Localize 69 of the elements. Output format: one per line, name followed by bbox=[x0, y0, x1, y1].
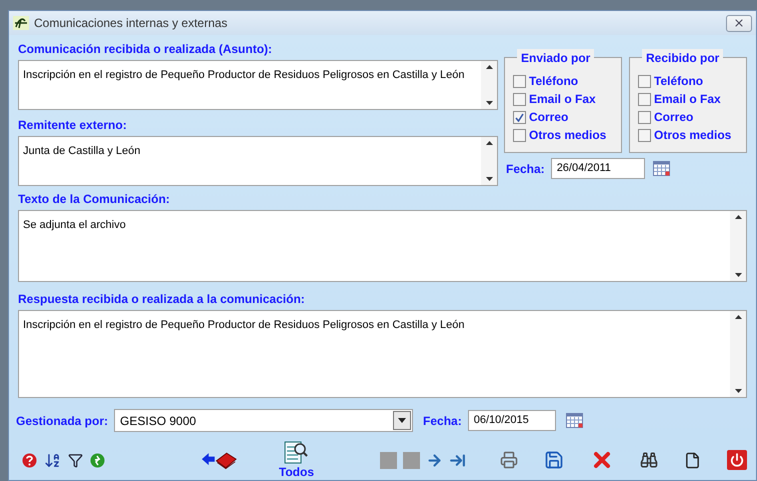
print-icon[interactable] bbox=[500, 451, 518, 469]
calendar-icon[interactable] bbox=[652, 161, 670, 176]
group-title: Recibido por bbox=[642, 49, 724, 67]
check-icon bbox=[515, 112, 524, 122]
sort-icon[interactable] bbox=[44, 452, 61, 468]
scroll-down-icon[interactable] bbox=[486, 177, 492, 181]
power-icon[interactable] bbox=[727, 450, 747, 470]
dropdown-value: GESISO 9000 bbox=[119, 412, 198, 430]
text-value: Inscripción en el registro de Pequeño Productor de Residuos Peligrosos en Castilla y León bbox=[23, 69, 464, 81]
scrollbar[interactable] bbox=[481, 137, 497, 185]
checkbox-option[interactable]: Otros medios bbox=[638, 128, 746, 142]
checkbox[interactable] bbox=[513, 74, 526, 88]
scroll-up-icon[interactable] bbox=[734, 215, 742, 219]
calendar-icon[interactable] bbox=[566, 413, 583, 428]
filter-icon[interactable] bbox=[68, 452, 83, 468]
exit-icon[interactable] bbox=[90, 452, 105, 468]
save-icon[interactable] bbox=[544, 450, 564, 470]
checkbox[interactable] bbox=[513, 110, 526, 124]
field-label: Gestionada por: bbox=[16, 412, 108, 430]
text-area[interactable]: Junta de Castilla y León bbox=[18, 136, 498, 186]
checkbox[interactable] bbox=[638, 92, 651, 106]
field-label: Comunicación recibida o realizada (Asunto): bbox=[18, 41, 274, 58]
checkbox-option[interactable]: Otros medios bbox=[513, 128, 621, 142]
last-icon[interactable] bbox=[449, 452, 466, 468]
text-value: Junta de Castilla y León bbox=[23, 145, 140, 157]
new-document-icon[interactable] bbox=[684, 452, 701, 468]
scrollbar[interactable] bbox=[481, 61, 497, 109]
list-search-icon bbox=[284, 441, 308, 465]
scroll-up-icon[interactable] bbox=[486, 141, 492, 145]
window-title: Comunicaciones internas y externas bbox=[34, 15, 228, 32]
scroll-up-icon[interactable] bbox=[734, 315, 742, 319]
field-label: Fecha: bbox=[423, 412, 462, 430]
scrollbar[interactable] bbox=[730, 311, 746, 397]
next-icon[interactable] bbox=[426, 452, 443, 468]
checkbox-option[interactable]: Correo bbox=[513, 110, 621, 124]
scroll-up-icon[interactable] bbox=[486, 65, 492, 69]
close-icon bbox=[733, 17, 745, 29]
show-all-button[interactable]: Todos bbox=[278, 441, 314, 479]
text-area[interactable]: Se adjunta el archivo bbox=[18, 210, 747, 282]
text-area[interactable]: Inscripción en el registro de Pequeño Productor de Residuos Peligrosos en Castilla y León bbox=[18, 60, 498, 110]
checkbox[interactable] bbox=[513, 92, 526, 106]
group-title: Enviado por bbox=[517, 49, 594, 67]
field-label: Fecha: bbox=[506, 160, 545, 178]
date-field[interactable]: 26/04/2011 bbox=[550, 158, 645, 179]
checkbox[interactable] bbox=[513, 128, 526, 142]
scrollbar[interactable] bbox=[730, 211, 746, 281]
checkbox-option[interactable]: Correo bbox=[638, 110, 746, 124]
field-label: Remitente externo: bbox=[18, 117, 128, 134]
scroll-down-icon[interactable] bbox=[734, 389, 742, 393]
field-label: Respuesta recibida o realizada a la comunicación: bbox=[18, 291, 306, 308]
checkbox-option[interactable]: Email o Fax bbox=[513, 92, 621, 106]
scroll-down-icon[interactable] bbox=[486, 101, 492, 105]
binoculars-icon[interactable] bbox=[640, 451, 658, 469]
checkbox-option[interactable]: Teléfono bbox=[513, 74, 621, 88]
close-button[interactable] bbox=[726, 14, 752, 32]
text-value: Se adjunta el archivo bbox=[23, 219, 126, 231]
help-icon[interactable] bbox=[22, 452, 37, 468]
checkbox-option[interactable]: Email o Fax bbox=[638, 92, 746, 106]
scroll-down-icon[interactable] bbox=[734, 273, 742, 277]
checkbox[interactable] bbox=[638, 74, 651, 88]
date-field[interactable]: 06/10/2015 bbox=[468, 410, 556, 431]
app-icon bbox=[13, 16, 29, 30]
checkbox[interactable] bbox=[638, 110, 651, 124]
checkbox[interactable] bbox=[638, 128, 651, 142]
text-area[interactable]: Inscripción en el registro de Pequeño Productor de Residuos Peligrosos en Castilla y León bbox=[18, 310, 747, 398]
field-label: Texto de la Comunicación: bbox=[18, 191, 171, 208]
checkbox-option[interactable]: Teléfono bbox=[638, 74, 746, 88]
dropdown[interactable]: GESISO 9000 bbox=[114, 409, 414, 432]
text-value: Inscripción en el registro de Pequeño Productor de Residuos Peligrosos en Castilla y León bbox=[23, 319, 464, 331]
